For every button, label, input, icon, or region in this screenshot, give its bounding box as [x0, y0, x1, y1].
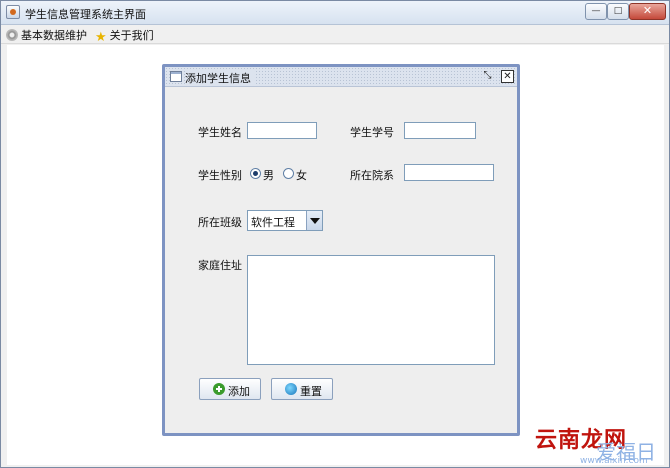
address-textarea[interactable]: [247, 255, 495, 365]
maximize-button[interactable]: □: [607, 3, 629, 20]
java-app-icon: [6, 5, 20, 19]
class-label: 所在班级: [198, 216, 242, 229]
gender-male-label[interactable]: 男: [263, 167, 274, 183]
window-title: 学生信息管理系统主界面: [25, 8, 146, 21]
menu-about-us[interactable]: ★ 关于我们: [95, 27, 154, 45]
add-button-label: 添加: [228, 385, 250, 398]
chevron-down-icon[interactable]: [306, 211, 322, 230]
class-selected-value: 软件工程: [251, 216, 295, 229]
menu-basic-data[interactable]: 基本数据维护: [6, 27, 87, 42]
frame-title: 添加学生信息: [185, 70, 255, 86]
student-id-input[interactable]: [404, 122, 476, 139]
department-input[interactable]: [404, 164, 494, 181]
gender-female-radio[interactable]: [283, 168, 294, 179]
add-student-frame: 添加学生信息 ⤡ ✕ 学生姓名 学生学号 学生性别 男 女 所在院系 所在班级 …: [162, 64, 520, 436]
frame-close-button[interactable]: ✕: [501, 70, 514, 83]
reset-button-label: 重置: [300, 385, 322, 398]
add-icon: [213, 383, 225, 395]
student-id-label: 学生学号: [350, 126, 394, 139]
department-label: 所在院系: [350, 169, 394, 182]
class-select[interactable]: 软件工程: [247, 210, 323, 231]
menu-bar: 基本数据维护 ★ 关于我们: [1, 25, 669, 44]
student-name-label: 学生姓名: [198, 126, 242, 139]
student-gender-label: 学生性别: [198, 169, 242, 182]
frame-restore-button[interactable]: ⤡: [481, 70, 494, 83]
watermark-url: www.aixin.com: [580, 456, 648, 466]
close-button[interactable]: ✕: [629, 3, 666, 20]
reset-button[interactable]: 重置: [271, 378, 333, 400]
title-bar[interactable]: 学生信息管理系统主界面 — □ ✕: [1, 1, 669, 25]
gear-icon: [6, 29, 18, 41]
add-button[interactable]: 添加: [199, 378, 261, 400]
frame-icon: [170, 71, 182, 82]
gender-female-label[interactable]: 女: [296, 167, 307, 183]
menu-basic-data-label: 基本数据维护: [21, 29, 87, 42]
gender-male-radio[interactable]: [250, 168, 261, 179]
frame-title-bar[interactable]: 添加学生信息 ⤡ ✕: [165, 67, 517, 87]
address-label: 家庭住址: [198, 259, 242, 272]
reset-icon: [285, 383, 297, 395]
menu-about-us-label: 关于我们: [109, 29, 154, 42]
star-icon: ★: [95, 30, 107, 45]
student-name-input[interactable]: [247, 122, 317, 139]
minimize-button[interactable]: —: [585, 3, 607, 20]
